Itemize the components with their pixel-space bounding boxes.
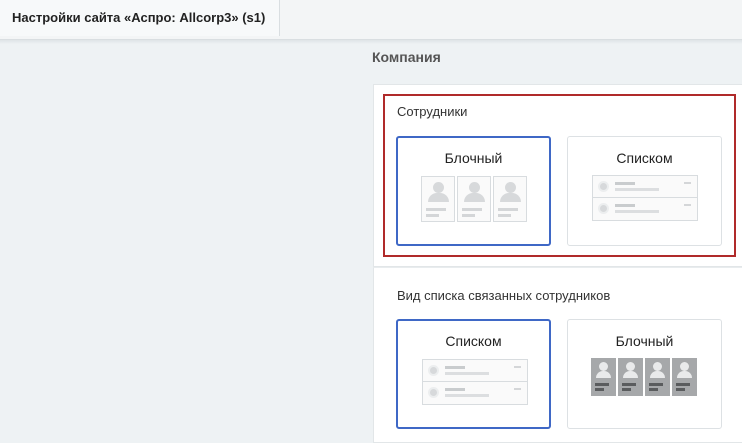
list-preview-row [423, 360, 527, 382]
option-card-block[interactable]: Блочный [396, 136, 551, 246]
list-preview-icon [592, 175, 698, 221]
person-tile [421, 176, 455, 222]
option-card-block[interactable]: Блочный [567, 319, 722, 429]
option-label: Блочный [615, 333, 674, 349]
related-employees-label: Вид списка связанных сотрудников [397, 288, 611, 303]
list-preview-row [593, 176, 697, 198]
option-label: Списком [616, 150, 673, 166]
person-tile [457, 176, 491, 222]
option-label: Списком [445, 333, 502, 349]
person-tile [618, 358, 643, 396]
person-tile [591, 358, 616, 396]
option-card-list[interactable]: Списком [567, 136, 722, 246]
block-preview-icon [421, 176, 527, 222]
person-tile [672, 358, 697, 396]
person-tile [645, 358, 670, 396]
section-title: Компания [372, 49, 441, 65]
person-tile [493, 176, 527, 222]
dark-block-preview-icon [591, 358, 699, 396]
list-preview-row [423, 382, 527, 404]
top-bar-shadow [0, 40, 742, 44]
option-label: Блочный [444, 150, 503, 166]
list-preview-row [593, 198, 697, 220]
employees-label: Сотрудники [397, 104, 468, 119]
option-card-list[interactable]: Списком [396, 319, 551, 429]
list-preview-icon [422, 359, 528, 405]
window-tab[interactable]: Настройки сайта «Аспро: Allcorp3» (s1) [0, 0, 280, 36]
top-bar: Настройки сайта «Аспро: Allcorp3» (s1) [0, 0, 742, 40]
